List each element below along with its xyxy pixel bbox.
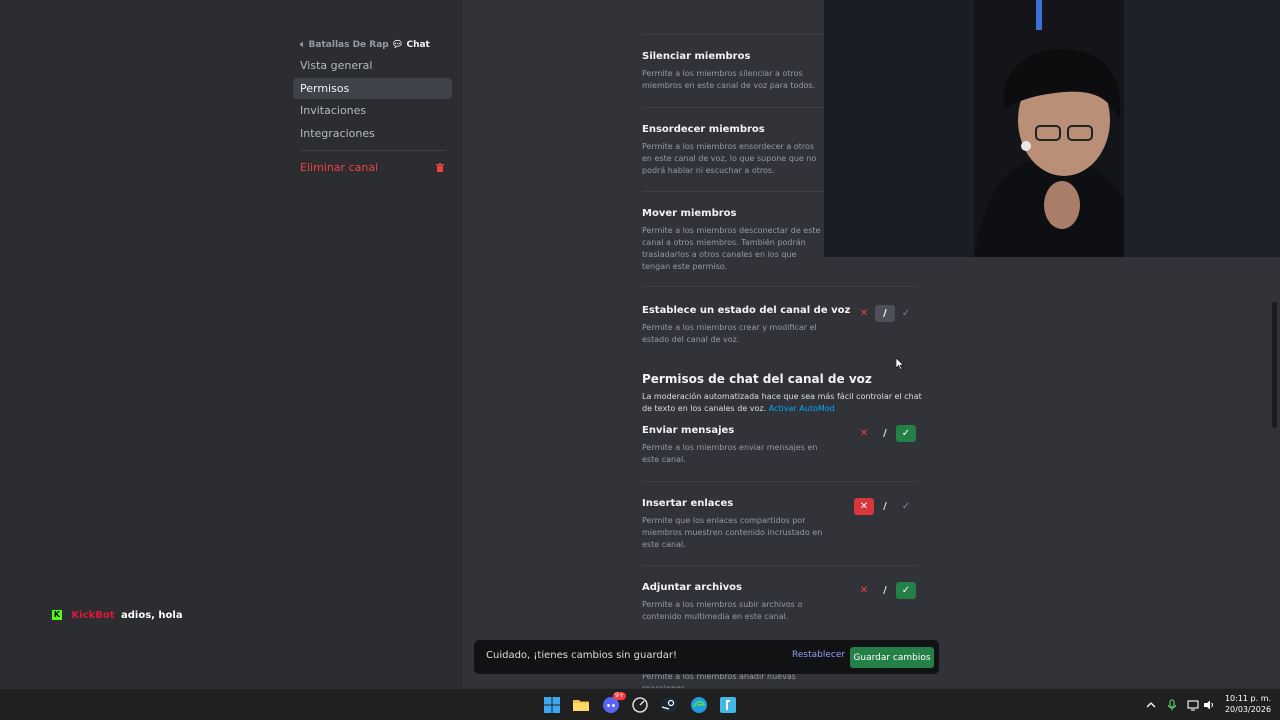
network-icon[interactable]: [1187, 699, 1199, 711]
section-description: La moderación automatizada hace que sea …: [642, 391, 922, 415]
deny-button[interactable]: ✕: [854, 305, 874, 322]
neutral-button[interactable]: /: [875, 582, 895, 599]
breadcrumb-channel: Chat: [406, 40, 430, 50]
clock-date: 20/03/2026: [1224, 705, 1272, 714]
sidebar-item-invites[interactable]: Invitaciones: [293, 100, 452, 121]
steam-icon[interactable]: [660, 696, 678, 714]
clock-time: 10:11 p. m.: [1224, 694, 1272, 703]
sidebar-item-label: Permisos: [300, 82, 350, 95]
divider: [642, 286, 918, 287]
windows-start-icon[interactable]: [543, 696, 561, 714]
reset-button[interactable]: Restablecer: [792, 650, 845, 660]
unsaved-message: Cuidado, ¡tienes cambios sin guardar!: [486, 650, 677, 661]
scrollbar-thumb[interactable]: [1272, 302, 1277, 428]
deny-button[interactable]: ✕: [854, 498, 874, 515]
delete-channel-button[interactable]: Eliminar canal: [293, 157, 452, 178]
permission-toggle-voice-status: ✕ / ✓: [854, 305, 918, 323]
neutral-button[interactable]: /: [875, 305, 895, 322]
deny-button[interactable]: ✕: [854, 582, 874, 599]
sidebar-divider: [300, 150, 446, 151]
save-changes-button[interactable]: Guardar cambios: [850, 647, 934, 668]
trash-icon: [436, 163, 444, 172]
deny-button[interactable]: ✕: [854, 425, 874, 442]
neutral-button[interactable]: /: [875, 425, 895, 442]
sidebar-item-overview[interactable]: Vista general: [293, 55, 452, 76]
sidebar-item-label: Integraciones: [300, 127, 375, 140]
divider: [642, 481, 918, 482]
discord-notification-badge: 9+: [613, 692, 626, 700]
system-monitor-icon[interactable]: [631, 696, 649, 714]
section-title: Permisos de chat del canal de voz: [642, 372, 872, 386]
taskbar-clock[interactable]: 10:11 p. m. 20/03/2026: [1222, 693, 1274, 715]
permission-desc: Permite que los enlaces compartidos por …: [642, 516, 823, 549]
file-explorer-icon[interactable]: [572, 696, 590, 714]
chat-username: KickBot: [71, 610, 115, 621]
delete-channel-label: Eliminar canal: [300, 161, 379, 174]
permission-desc: Permite a los miembros ensordecer a otro…: [642, 142, 817, 175]
permission-desc: Permite a los miembros desconectar de es…: [642, 226, 821, 271]
breadcrumb-server: Batallas De Rap: [308, 40, 389, 50]
chevron-up-icon[interactable]: [1145, 699, 1157, 711]
automod-link[interactable]: Activar AutoMod: [769, 404, 835, 413]
chat-bubble-icon: 💬︎: [391, 40, 404, 50]
webcam-overlay: [824, 0, 1280, 257]
allow-button[interactable]: ✓: [896, 425, 916, 442]
chat-message: adios, hola: [121, 610, 183, 621]
unsaved-changes-bar: Cuidado, ¡tienes cambios sin guardar! Re…: [474, 640, 939, 674]
edge-browser-icon[interactable]: [690, 696, 708, 714]
permission-desc: Permite a los miembros enviar mensajes e…: [642, 443, 818, 464]
divider: [642, 565, 918, 566]
neutral-button[interactable]: /: [875, 498, 895, 515]
allow-button[interactable]: ✓: [896, 582, 916, 599]
app-icon[interactable]: [719, 696, 737, 714]
settings-sidebar: 🔈︎ Batallas De Rap 💬︎ Chat Vista general…: [0, 0, 462, 688]
permission-toggle-attach-files: ✕ / ✓: [854, 582, 918, 600]
streamer-camera-image: [824, 0, 1280, 257]
speaker-icon: 🔈︎: [300, 40, 306, 50]
volume-icon[interactable]: [1203, 699, 1215, 711]
permission-desc: Permite a los miembros subir archivos o …: [642, 600, 803, 621]
permission-toggle-send-messages: ✕ / ✓: [854, 425, 918, 443]
mouse-cursor-icon: [896, 358, 904, 370]
sidebar-item-label: Invitaciones: [300, 104, 367, 117]
windows-taskbar: 9+ 10:11 p. m. 20/03/2026: [0, 688, 1280, 720]
allow-button[interactable]: ✓: [896, 498, 916, 515]
breadcrumb: 🔈︎ Batallas De Rap 💬︎ Chat: [300, 40, 430, 50]
sidebar-item-integrations[interactable]: Integraciones: [293, 123, 452, 144]
allow-button[interactable]: ✓: [896, 305, 916, 322]
sidebar-item-permissions[interactable]: Permisos: [293, 78, 452, 99]
permission-desc: Permite a los miembros crear y modificar…: [642, 323, 817, 344]
sidebar-item-label: Vista general: [300, 59, 373, 72]
kick-logo-icon: K: [52, 610, 62, 620]
permission-toggle-embed-links: ✕ / ✓: [854, 498, 918, 516]
permission-desc: Permite a los miembros silenciar a otros…: [642, 69, 816, 90]
microphone-icon[interactable]: [1166, 699, 1178, 711]
stream-chat-overlay: K KickBot adios, hola: [52, 610, 183, 621]
